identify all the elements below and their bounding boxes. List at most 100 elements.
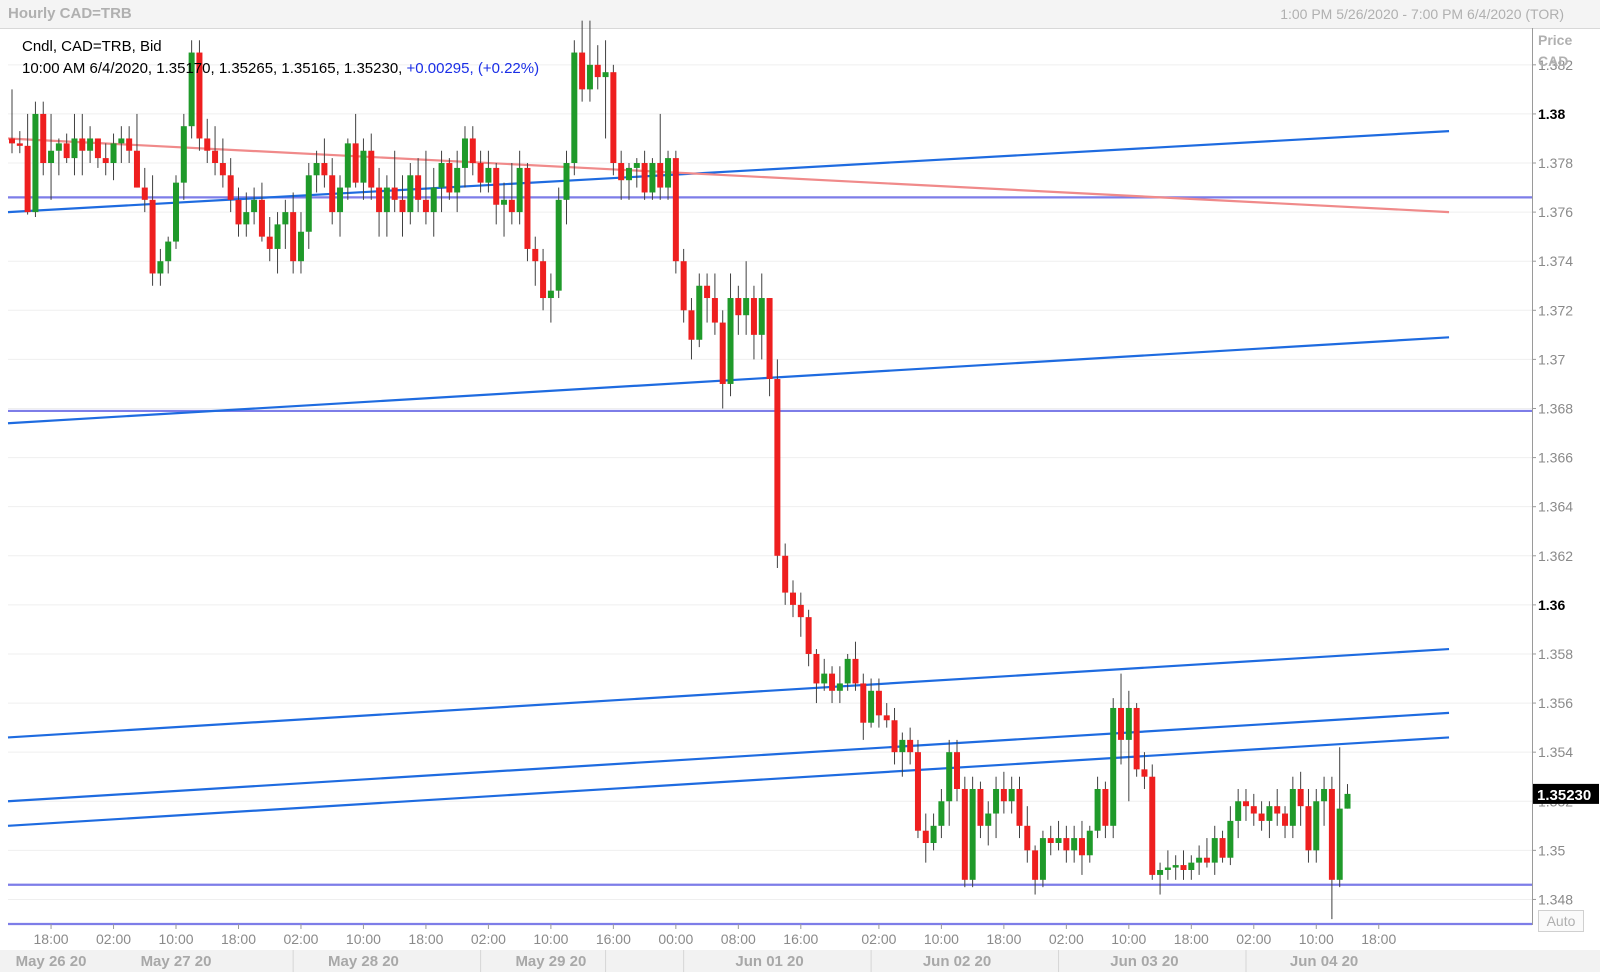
candle-down bbox=[446, 158, 453, 200]
candle-body bbox=[774, 379, 781, 556]
candle-body bbox=[1274, 806, 1281, 814]
candle-body bbox=[868, 690, 875, 723]
price-tick-label: 1.372 bbox=[1538, 302, 1573, 318]
candle-body bbox=[1196, 857, 1203, 863]
price-chart[interactable]: 1.3481.351.3521.3541.3561.3581.361.3621.… bbox=[0, 0, 1600, 972]
time-tick-label: 18:00 bbox=[34, 931, 69, 947]
date-label: Jun 02 20 bbox=[923, 953, 991, 970]
candle-body bbox=[610, 72, 617, 164]
time-tick-label: 10:00 bbox=[533, 931, 568, 947]
candle-up bbox=[1110, 698, 1117, 839]
candle-up bbox=[87, 126, 94, 164]
candle-up bbox=[1188, 855, 1195, 880]
candle-down bbox=[532, 236, 539, 286]
candle-body bbox=[547, 290, 554, 299]
candle-body bbox=[1313, 801, 1320, 851]
candle-down bbox=[1032, 845, 1039, 895]
candle-down bbox=[1250, 793, 1257, 826]
candle-body bbox=[594, 64, 601, 78]
candle-body bbox=[907, 739, 914, 753]
candle-body bbox=[579, 52, 586, 90]
price-label: Price bbox=[1538, 32, 1573, 48]
candle-up bbox=[1336, 747, 1343, 888]
candle-down bbox=[9, 89, 15, 154]
candle-body bbox=[149, 199, 156, 274]
auto-scale-button[interactable]: Auto bbox=[1538, 910, 1584, 932]
candle-down bbox=[914, 739, 921, 839]
price-tick-label: 1.358 bbox=[1538, 646, 1573, 662]
candle-body bbox=[813, 653, 820, 684]
candle-up bbox=[930, 813, 937, 851]
last-price-label: 1.35230 bbox=[1537, 787, 1591, 804]
candle-body bbox=[977, 788, 984, 826]
candle-up bbox=[297, 212, 304, 274]
candle-body bbox=[1071, 838, 1078, 851]
candle-up bbox=[602, 40, 609, 139]
candle-down bbox=[1305, 788, 1312, 863]
price-tick-label: 1.362 bbox=[1538, 548, 1573, 564]
legend-ohlc: 10:00 AM 6/4/2020, 1.35170, 1.35265, 1.3… bbox=[22, 60, 539, 77]
candle-down bbox=[508, 163, 515, 225]
candle-up bbox=[251, 187, 258, 225]
candle-down bbox=[735, 285, 742, 335]
candle-down bbox=[399, 175, 406, 237]
candle-down bbox=[977, 781, 984, 839]
grid bbox=[8, 64, 1532, 900]
time-tick-label: 02:00 bbox=[1236, 931, 1271, 947]
candle-up bbox=[1055, 820, 1062, 851]
candle-body bbox=[704, 285, 711, 299]
candle-body bbox=[24, 145, 31, 213]
candle-body bbox=[219, 163, 226, 176]
price-axis[interactable]: 1.3481.351.3521.3541.3561.3581.361.3621.… bbox=[1532, 57, 1573, 908]
time-tick-label: 18:00 bbox=[408, 931, 443, 947]
price-tick-label: 1.36 bbox=[1538, 597, 1565, 613]
candle-body bbox=[180, 126, 187, 183]
price-axis-header: Price CAD bbox=[1538, 30, 1572, 72]
candle-down bbox=[376, 167, 383, 237]
candle-up bbox=[727, 273, 734, 397]
candle-down bbox=[1258, 801, 1265, 831]
candle-down bbox=[711, 273, 718, 335]
candle-down bbox=[524, 163, 531, 262]
candle-body bbox=[1344, 793, 1351, 809]
candle-body bbox=[844, 658, 851, 684]
candle-up bbox=[836, 666, 843, 704]
candle-body bbox=[493, 167, 500, 205]
time-tick-label: 08:00 bbox=[721, 931, 756, 947]
candle-down bbox=[883, 703, 890, 728]
candle-down bbox=[219, 138, 226, 188]
candle-up bbox=[461, 126, 468, 188]
candle-up bbox=[985, 801, 992, 846]
candle-up bbox=[1235, 788, 1242, 839]
candle-down bbox=[704, 273, 711, 323]
candle-body bbox=[368, 150, 375, 188]
candle-down bbox=[227, 158, 234, 213]
candle-down bbox=[493, 163, 500, 225]
candle-down bbox=[1297, 771, 1304, 826]
candle-up bbox=[1344, 784, 1351, 809]
candle-down bbox=[79, 113, 86, 176]
candle-up bbox=[993, 776, 1000, 839]
candle-down bbox=[719, 310, 726, 409]
time-tick-label: 10:00 bbox=[1111, 931, 1146, 947]
candle-body bbox=[266, 236, 273, 249]
candle-body bbox=[235, 199, 242, 225]
candle-body bbox=[9, 138, 15, 144]
candle-down bbox=[766, 298, 773, 397]
candle-body bbox=[290, 212, 297, 262]
candle-down bbox=[1063, 825, 1070, 863]
candle-body bbox=[618, 163, 625, 181]
candle-up bbox=[173, 175, 180, 249]
candle-body bbox=[1118, 707, 1125, 740]
ascending-trendline bbox=[7, 711, 1450, 803]
time-axis[interactable]: 18:00 02:00 10:00 18:00 02:00 10:00 18:00 02:00… bbox=[0, 924, 1600, 972]
candle-body bbox=[1141, 769, 1148, 777]
candle-body bbox=[914, 752, 921, 831]
candle-down bbox=[102, 143, 109, 176]
candle-body bbox=[969, 788, 976, 880]
candle-up bbox=[1125, 690, 1132, 802]
candle-up bbox=[1039, 830, 1046, 888]
time-tick-label: 02:00 bbox=[861, 931, 896, 947]
candle-body bbox=[1133, 707, 1140, 770]
candle-down bbox=[1203, 838, 1210, 868]
